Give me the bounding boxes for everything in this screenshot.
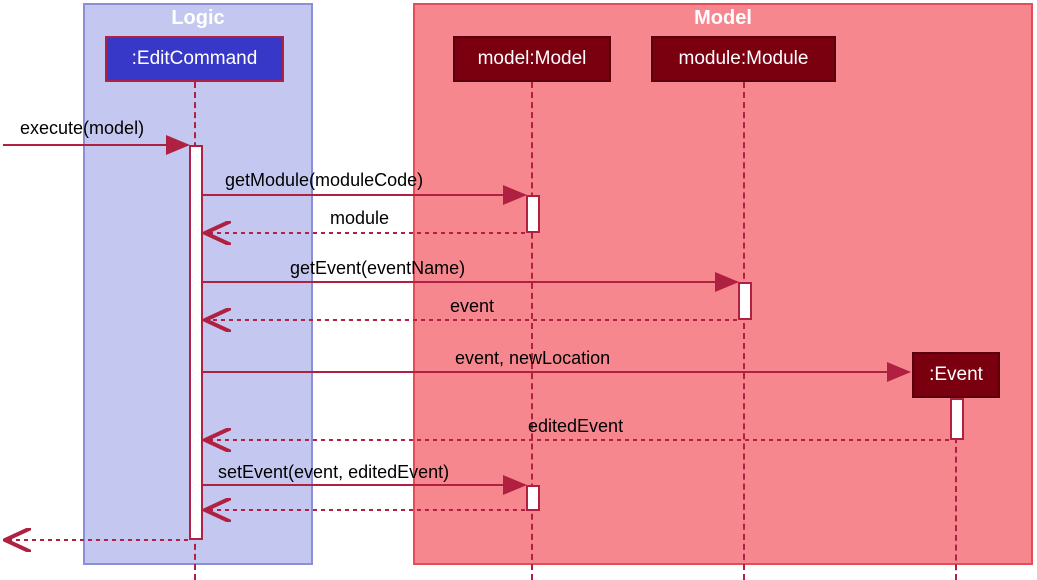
module-label: module:Module — [679, 48, 809, 69]
msg-editedevent: editedEvent — [528, 416, 623, 437]
model-activation-1 — [526, 195, 540, 233]
model-head: model:Model — [453, 36, 611, 82]
msg-newlocation: event, newLocation — [455, 348, 610, 369]
event-label: :Event — [929, 364, 983, 385]
logic-title: Logic — [171, 7, 224, 30]
module-lifeline — [743, 82, 745, 580]
module-head: module:Module — [651, 36, 836, 82]
msg-setevent: setEvent(event, editedEvent) — [218, 462, 449, 483]
editcommand-label: :EditCommand — [132, 48, 258, 69]
model-title: Model — [694, 7, 752, 30]
msg-getmodule: getModule(moduleCode) — [225, 170, 423, 191]
event-activation — [950, 398, 964, 440]
msg-execute: execute(model) — [20, 118, 144, 139]
msg-event-return: event — [450, 296, 494, 317]
msg-module-return: module — [330, 208, 389, 229]
msg-getevent: getEvent(eventName) — [290, 258, 465, 279]
editcommand-activation — [189, 145, 203, 540]
model-container: Model — [413, 3, 1033, 565]
model-activation-2 — [526, 485, 540, 511]
module-activation — [738, 282, 752, 320]
editcommand-head: :EditCommand — [105, 36, 284, 82]
model-label: model:Model — [478, 48, 587, 69]
event-head: :Event — [912, 352, 1000, 398]
